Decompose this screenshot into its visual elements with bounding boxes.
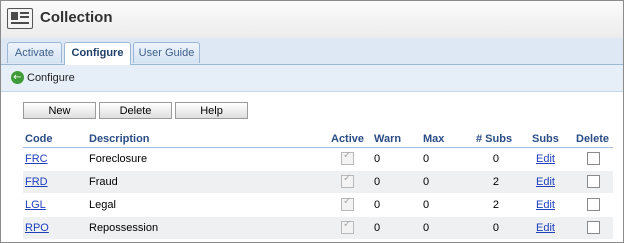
- delete-checkbox[interactable]: [587, 175, 600, 188]
- description-cell: Fraud: [89, 176, 118, 188]
- table-row: FRC Foreclosure 0 0 0 Edit: [23, 148, 613, 170]
- back-arrow-icon[interactable]: ←: [11, 71, 24, 84]
- delete-checkbox[interactable]: [587, 198, 600, 211]
- col-warn-header[interactable]: Warn: [374, 133, 401, 145]
- breadcrumb: ← Configure: [1, 65, 623, 92]
- new-button[interactable]: New: [23, 102, 96, 119]
- col-code-header[interactable]: Code: [25, 133, 53, 145]
- edit-subs-link[interactable]: Edit: [536, 176, 555, 188]
- code-link[interactable]: FRD: [25, 176, 48, 188]
- subs-count-cell: 2: [492, 199, 499, 211]
- code-link[interactable]: FRC: [25, 153, 48, 165]
- table-header-row: Code Description Active Warn Max # Subs …: [23, 131, 613, 148]
- tab-bar: Activate Configure User Guide: [1, 38, 623, 65]
- subs-count-cell: 0: [492, 153, 499, 165]
- warn-cell: 0: [374, 153, 381, 165]
- col-max-header[interactable]: Max: [423, 133, 444, 145]
- col-subs-header[interactable]: Subs: [532, 133, 559, 145]
- app-header: Collection: [1, 1, 623, 39]
- col-subs-count-header[interactable]: # Subs: [476, 133, 512, 145]
- max-cell: 0: [423, 153, 430, 165]
- delete-checkbox[interactable]: [587, 152, 600, 165]
- col-active-header[interactable]: Active: [331, 133, 364, 145]
- warn-cell: 0: [374, 199, 381, 211]
- help-button[interactable]: Help: [175, 102, 248, 119]
- breadcrumb-label[interactable]: Configure: [27, 72, 75, 84]
- col-delete-header[interactable]: Delete: [576, 133, 609, 145]
- description-cell: Foreclosure: [89, 153, 148, 165]
- subs-count-cell: 0: [492, 222, 499, 234]
- table-row: RPO Repossession 0 0 0 Edit: [23, 217, 613, 239]
- active-checkbox: [341, 150, 354, 165]
- table-row: FRD Fraud 0 0 2 Edit: [23, 171, 613, 193]
- edit-subs-link[interactable]: Edit: [536, 199, 555, 211]
- active-checkbox: [341, 173, 354, 188]
- max-cell: 0: [423, 176, 430, 188]
- description-cell: Repossession: [89, 222, 159, 234]
- warn-cell: 0: [374, 176, 381, 188]
- id-card-icon: [7, 8, 33, 29]
- tab-activate[interactable]: Activate: [7, 42, 62, 63]
- active-checkbox: [341, 219, 354, 234]
- active-checkbox: [341, 196, 354, 211]
- max-cell: 0: [423, 199, 430, 211]
- delete-button[interactable]: Delete: [99, 102, 172, 119]
- table-row: LGL Legal 0 0 2 Edit: [23, 194, 613, 216]
- app-title: Collection: [40, 9, 113, 26]
- code-link[interactable]: LGL: [25, 199, 46, 211]
- warn-cell: 0: [374, 222, 381, 234]
- max-cell: 0: [423, 222, 430, 234]
- delete-checkbox[interactable]: [587, 221, 600, 234]
- col-description-header[interactable]: Description: [89, 133, 150, 145]
- subs-count-cell: 2: [492, 176, 499, 188]
- tab-configure[interactable]: Configure: [64, 42, 131, 65]
- app-window: Collection Activate Configure User Guide…: [0, 0, 624, 243]
- code-link[interactable]: RPO: [25, 222, 49, 234]
- edit-subs-link[interactable]: Edit: [536, 153, 555, 165]
- description-cell: Legal: [89, 199, 116, 211]
- edit-subs-link[interactable]: Edit: [536, 222, 555, 234]
- tab-user-guide[interactable]: User Guide: [133, 42, 200, 63]
